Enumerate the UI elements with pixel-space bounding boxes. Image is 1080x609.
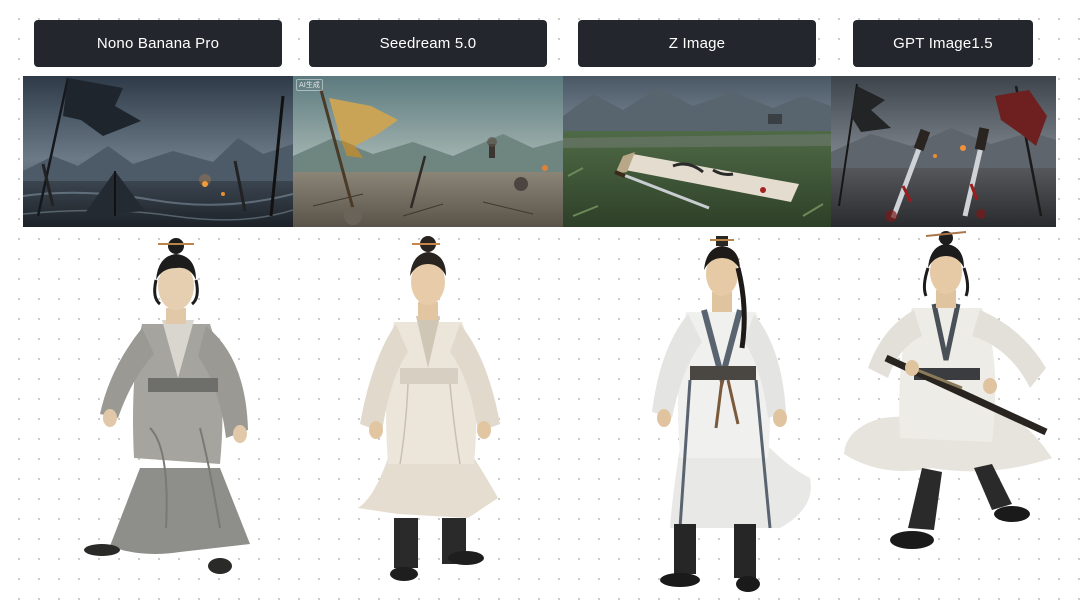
swordsman-character-white-grey-robe <box>630 228 820 604</box>
swordsman-character-grey-robe <box>70 228 280 604</box>
barren-field-scene-image: AI生成 <box>293 76 563 227</box>
model-label-gpt-image: GPT Image1.5 <box>853 20 1033 67</box>
ai-generated-watermark: AI生成 <box>296 79 323 91</box>
swordsman-character-action-pose <box>842 228 1064 604</box>
swordsman-character-white-robe <box>338 228 518 604</box>
model-label-nano-banana-pro: Nono Banana Pro <box>34 20 282 67</box>
model-label-z-image: Z Image <box>578 20 816 67</box>
model-label-seedream: Seedream 5.0 <box>309 20 547 67</box>
battlefield-scene-image <box>23 76 293 227</box>
grassland-scroll-scene-image <box>563 76 831 227</box>
bloody-battlefield-scene-image <box>831 76 1056 227</box>
